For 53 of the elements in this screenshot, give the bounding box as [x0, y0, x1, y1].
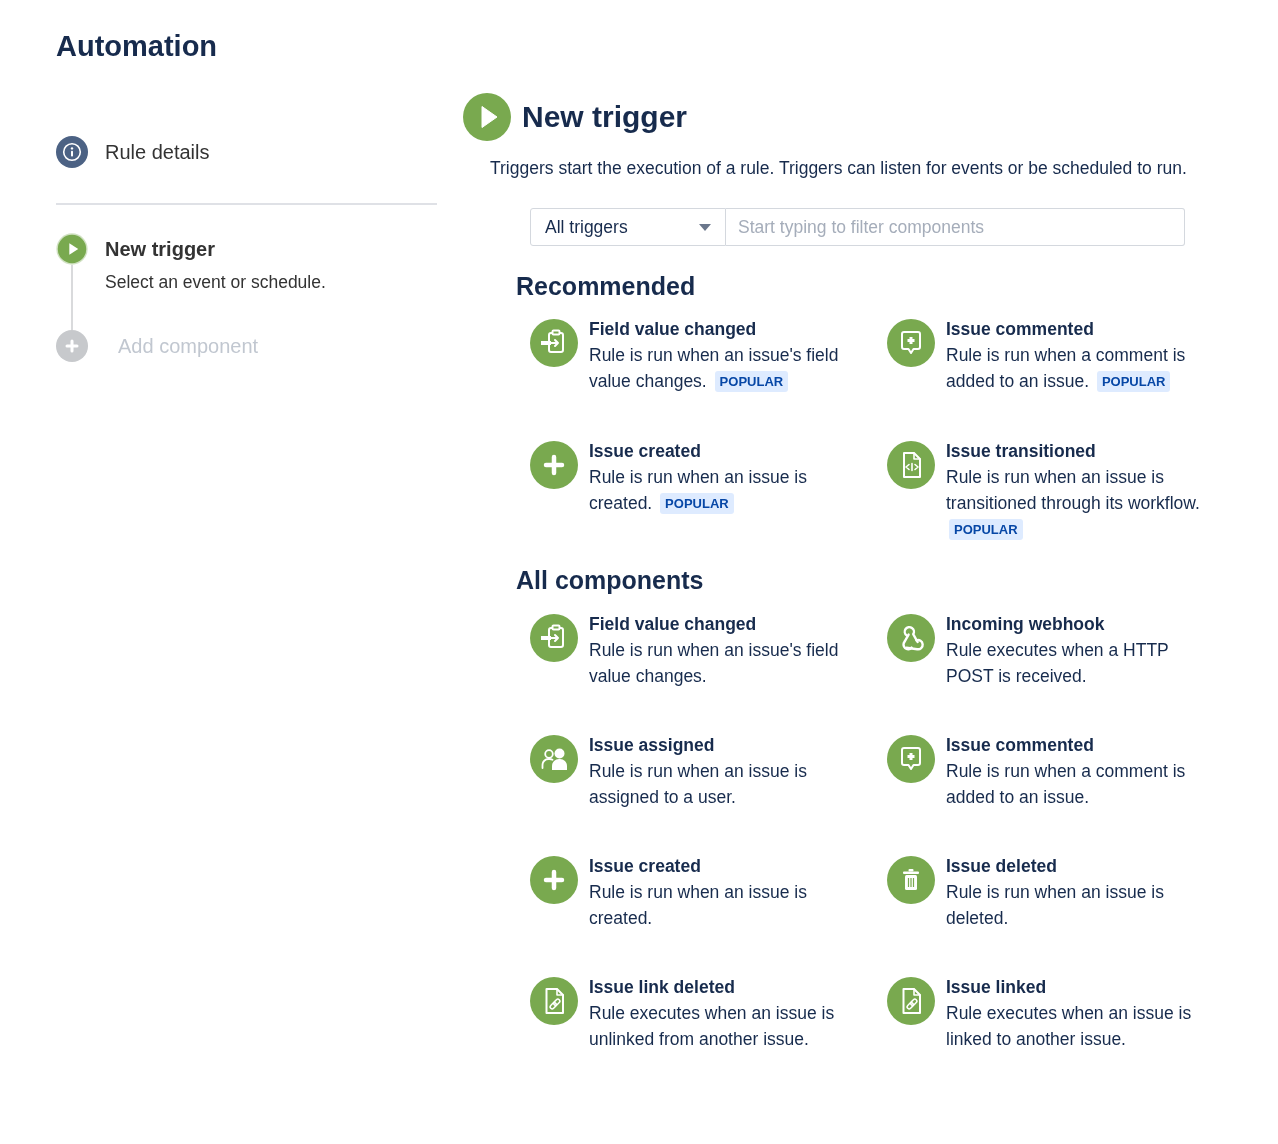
trigger-dropdown[interactable]: All triggers [530, 208, 726, 246]
component-description: Rule is run when an issue's field value changes. [589, 639, 840, 688]
component-title[interactable]: Field value changed [589, 611, 853, 637]
component-description: Rule is run when an issue's field value changes. POPULAR [589, 344, 840, 394]
webhook-icon [887, 614, 935, 662]
play-icon [463, 93, 511, 141]
component-description: Rule is run when an issue is created. [589, 881, 808, 930]
component-title[interactable]: Issue created [589, 853, 853, 879]
component-description: Rule is run when a comment is added to an issue. POPULAR [946, 344, 1187, 394]
step-label[interactable]: New trigger [105, 233, 326, 265]
comment-plus-icon [887, 735, 935, 783]
section-heading: Recommended [516, 271, 697, 301]
step-description: Select an event or schedule. [105, 271, 326, 294]
document-link-icon [887, 977, 935, 1025]
info-icon [56, 136, 88, 168]
component-description: Rule is run when an issue is created. POPULAR [589, 466, 808, 516]
popular-badge: POPULAR [1096, 371, 1171, 392]
component-title[interactable]: Incoming webhook [946, 611, 1210, 637]
component-title[interactable]: Issue assigned [589, 732, 853, 758]
component-title[interactable]: Issue commented [946, 732, 1210, 758]
section-heading: All components [516, 565, 705, 595]
popular-badge: POPULAR [949, 519, 1023, 540]
component-title[interactable]: Issue commented [946, 316, 1210, 342]
people-icon [530, 735, 578, 783]
component-description: Rule executes when an issue is unlinked from another issue. [589, 1002, 836, 1051]
filter-field[interactable]: Start typing to filter components [726, 208, 1185, 246]
panel-title: New trigger [522, 99, 688, 135]
component-description: Rule is run when an issue is assigned to a user. [589, 760, 808, 809]
panel-description: Triggers start the execution of a rule. Triggers can listen for events or be scheduled to run. [490, 157, 1188, 180]
popular-badge: POPULAR [660, 493, 734, 514]
popular-badge: POPULAR [714, 371, 789, 392]
component-title[interactable]: Field value changed [589, 316, 853, 342]
play-icon [56, 233, 88, 265]
component-description: Rule executes when an issue is linked to another issue. [946, 1002, 1193, 1051]
plus-icon [530, 856, 578, 904]
document-arrows-icon [887, 441, 935, 489]
plus-icon [56, 330, 88, 362]
page-title: Automation [56, 29, 219, 64]
step-label[interactable]: Rule details [105, 136, 210, 168]
trash-icon [887, 856, 935, 904]
component-description: Rule is run when a comment is added to an issue. [946, 760, 1187, 809]
component-title[interactable]: Issue deleted [946, 853, 1210, 879]
plus-icon [530, 441, 578, 489]
component-description: Rule is run when an issue is deleted. [946, 881, 1165, 930]
component-title[interactable]: Issue link deleted [589, 974, 853, 1000]
component-title[interactable]: Issue linked [946, 974, 1210, 1000]
caret-icon [699, 223, 711, 231]
document-link-icon [530, 977, 578, 1025]
component-title[interactable]: Issue created [589, 438, 853, 464]
component-title[interactable]: Issue transitioned [946, 438, 1210, 464]
component-description: Rule is run when an issue is transitioned through its workflow. POPULAR [946, 464, 1210, 542]
component-description: Rule executes when a HTTP POST is received. [946, 639, 1170, 688]
comment-plus-icon [887, 319, 935, 367]
